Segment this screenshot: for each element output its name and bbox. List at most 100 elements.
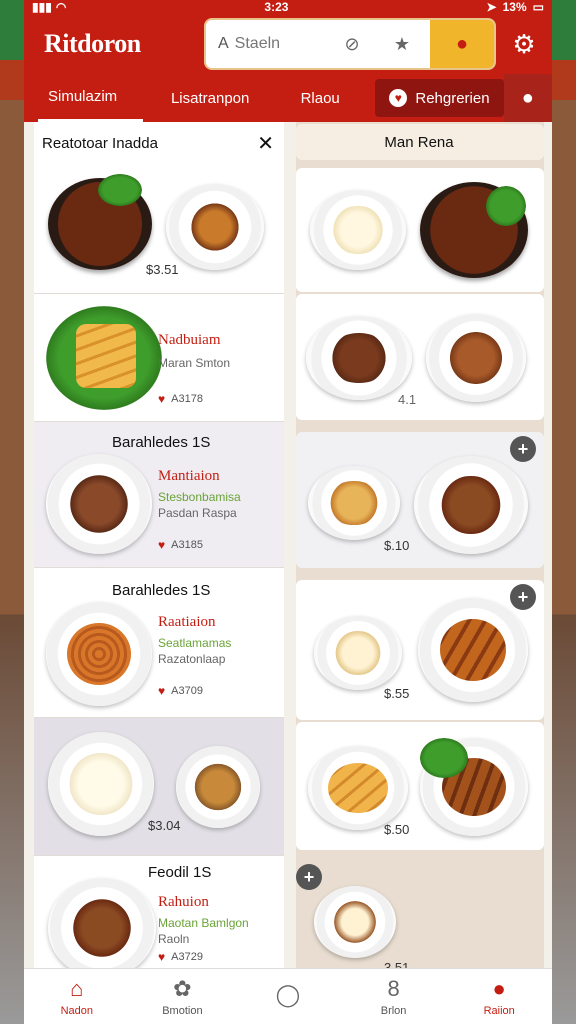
food-plate-image	[306, 316, 412, 400]
menu-card[interactable]: $3.51	[34, 164, 284, 294]
apple-icon: ●	[521, 86, 534, 109]
nav-profile[interactable]: ● Raiion	[446, 969, 552, 1024]
search-input[interactable]: Staeln	[235, 35, 324, 53]
signal-icon: ▮▮▮	[32, 0, 52, 14]
heart-icon: ♥	[389, 89, 408, 107]
menu-card[interactable]: Feodil 1S Rahuion Maotan Bamlgon Raoln ♥…	[34, 856, 284, 978]
cart-button[interactable]: ●	[430, 20, 494, 68]
search-icon: A	[218, 35, 229, 52]
food-plate-image	[426, 314, 526, 402]
add-item-button[interactable]: +	[510, 584, 536, 610]
battery-level: 13%	[502, 0, 527, 14]
garnish-leaf	[486, 186, 526, 226]
food-plate-image	[314, 616, 402, 690]
item-description: Raoln	[158, 932, 190, 946]
item-name: Raatiaion	[158, 614, 216, 630]
likes-count: A3709	[171, 685, 203, 697]
app-screen: ▮▮▮ ◠ 3:23 ➤ 13% ▭ Ritdoron A Staeln ⊘ ★…	[24, 0, 552, 1024]
heart-icon: ♥	[158, 950, 166, 964]
menu-card[interactable]: 4.1	[296, 294, 544, 420]
menu-card[interactable]: + 3.51	[296, 860, 544, 975]
gear-icon: ⚙	[512, 28, 536, 59]
menu-card[interactable]: Barahledes 1S Mantiaion Stesbonbamisa Pa…	[34, 422, 284, 568]
nav-explore[interactable]: ◯	[235, 969, 341, 1024]
nav-menu-label: Bmotion	[162, 1004, 203, 1017]
battery-icon: ▭	[532, 0, 544, 14]
category-tabs: Simulazim Lisatranpon Rlaou ♥ Rehgrerien…	[24, 74, 552, 122]
item-description: Maran Smton	[158, 356, 231, 370]
nav-menu[interactable]: ✿ Bmotion	[130, 969, 236, 1024]
section-title: Feodil 1S	[148, 864, 212, 881]
item-description: Razatonlaap	[158, 652, 226, 666]
tab-favorites[interactable]: ♥ Rehgrerien	[375, 79, 504, 117]
food-plate-image	[46, 602, 152, 706]
food-plate-image	[166, 184, 264, 270]
brand-logo: Ritdoron	[44, 29, 141, 58]
status-bar: ▮▮▮ ◠ 3:23 ➤ 13% ▭	[24, 0, 552, 14]
star-icon[interactable]: ★	[380, 34, 424, 55]
home-icon: ⌂	[70, 975, 84, 1001]
food-plate-image	[314, 886, 396, 958]
food-plate-image	[308, 746, 408, 830]
section-title: Barahledes 1S	[112, 582, 211, 599]
heart-icon: ♥	[158, 538, 166, 552]
settings-button[interactable]: ⚙	[506, 29, 542, 60]
close-icon[interactable]: ✕	[257, 131, 274, 156]
menu-card[interactable]: + $.10	[296, 432, 544, 568]
food-icon: ✿	[173, 975, 192, 1001]
nav-home[interactable]: ⌂ Nadon	[24, 969, 130, 1024]
tab-rlaou[interactable]: Rlaou	[277, 74, 363, 122]
item-likes[interactable]: ♥ A3709	[158, 684, 203, 698]
food-plate-image	[310, 190, 406, 270]
menu-card[interactable]: Barahledes 1S Raatiaion Seatlamamas Raza…	[34, 568, 284, 718]
bottom-navigation: ⌂ Nadon ✿ Bmotion ◯ 8 Brlon ● Raiion	[24, 968, 552, 1024]
item-price: $.50	[384, 822, 410, 837]
left-panel-header: Reatotoar Inadda ✕	[34, 122, 284, 164]
food-plate-image	[46, 454, 152, 554]
menu-card[interactable]: $.50	[296, 722, 544, 850]
nav-profile-label: Raiion	[483, 1004, 515, 1017]
item-name: Nadbuiam	[158, 332, 221, 348]
item-price: 4.1	[398, 392, 417, 407]
item-name: Mantiaion	[158, 468, 220, 484]
likes-count: A3185	[171, 539, 203, 551]
add-item-button[interactable]: +	[296, 864, 322, 890]
item-price: $3.51	[146, 262, 179, 277]
tab-favorites-label: Rehgrerien	[415, 89, 490, 107]
left-panel-title: Reatotoar Inadda	[42, 134, 158, 152]
tab-lisatranpon[interactable]: Lisatranpon	[143, 74, 277, 122]
tab-simulazim[interactable]: Simulazim	[38, 74, 144, 122]
item-name: Rahuion	[158, 894, 209, 910]
compass-icon: ◯	[275, 981, 301, 1007]
item-likes[interactable]: ♥ A3729	[158, 950, 203, 964]
item-likes[interactable]: ♥ A3178	[158, 392, 203, 406]
item-tag: Seatlamamas	[158, 636, 232, 650]
menu-card[interactable]: + $.55	[296, 580, 544, 720]
menu-card[interactable]	[296, 168, 544, 292]
likes-count: A3729	[171, 951, 203, 963]
item-tag: Maotan Bamlgon	[158, 916, 249, 930]
app-header: Ritdoron A Staeln ⊘ ★ ● ⚙	[24, 14, 552, 74]
link-icon[interactable]: ⊘	[330, 34, 374, 55]
menu-card[interactable]: Nadbuiam Maran Smton ♥ A3178	[34, 294, 284, 422]
menu-card[interactable]: $3.04	[34, 718, 284, 856]
status-time: 3:23	[264, 0, 289, 14]
right-panel-title: Man Rena	[384, 133, 454, 151]
add-item-button[interactable]: +	[510, 436, 536, 462]
item-likes[interactable]: ♥ A3185	[158, 538, 203, 552]
tab-more[interactable]: ●	[503, 74, 552, 122]
heart-icon: ♥	[158, 684, 166, 698]
likes-count: A3178	[171, 393, 203, 405]
right-panel-header: Man Rena	[296, 124, 544, 160]
food-plate-image	[48, 878, 156, 978]
nav-orders-label: Brlon	[380, 1004, 407, 1017]
search-bar[interactable]: A Staeln ⊘ ★ ●	[204, 18, 496, 70]
ring-icon: 8	[387, 975, 400, 1001]
rice-plate-image	[48, 732, 154, 836]
item-price: $3.04	[148, 818, 181, 833]
cart-icon: ●	[455, 32, 469, 55]
food-rolls-image	[76, 324, 136, 388]
main-content: Reatotoar Inadda ✕ $3.51 Nadbuiam Maran …	[24, 122, 552, 978]
garnish-leaf	[420, 738, 468, 778]
nav-orders[interactable]: 8 Brlon	[341, 969, 447, 1024]
